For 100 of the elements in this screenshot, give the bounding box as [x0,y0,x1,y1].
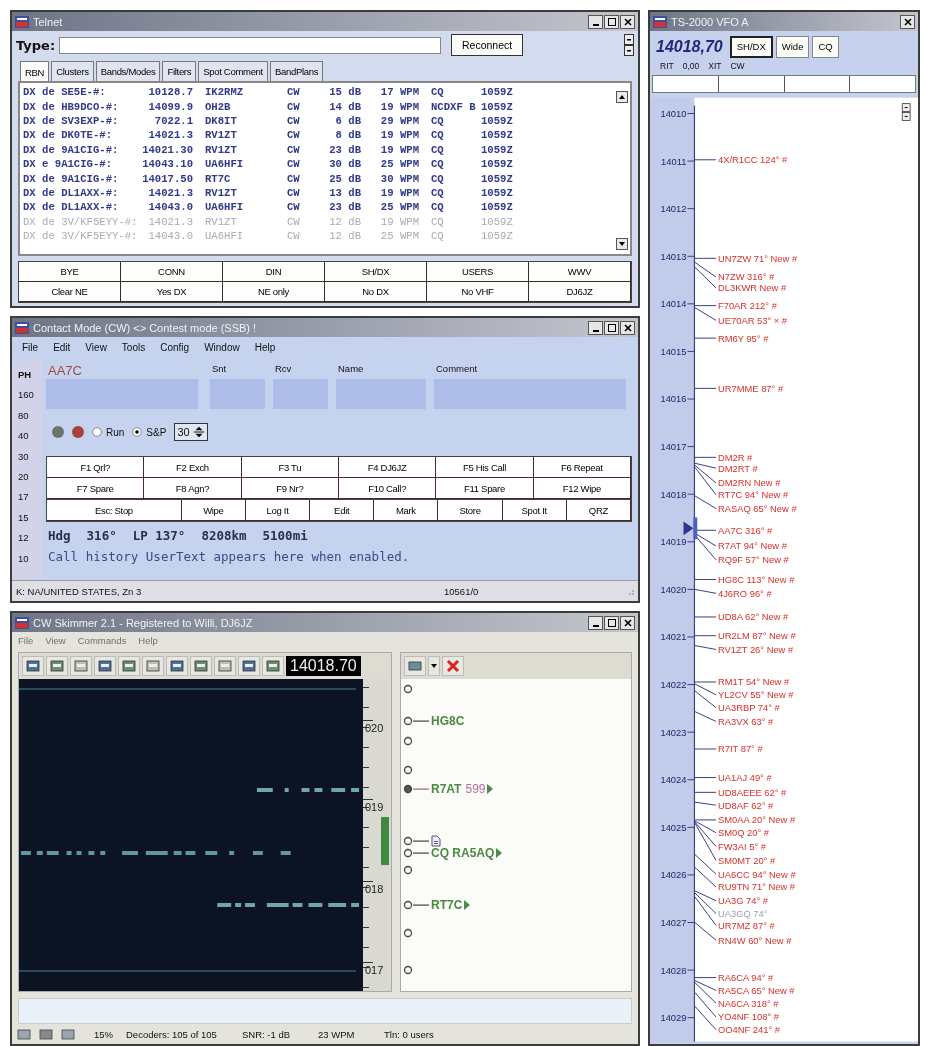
toolbar-button[interactable] [214,656,236,676]
spot-label[interactable]: SM0MT 20° # [718,855,776,866]
toolbar-button[interactable] [262,656,284,676]
spot-label[interactable]: N7ZW 316° # [718,272,775,283]
decoded-call[interactable]: R7AT [431,782,462,796]
spot-label[interactable]: UA3RBP 74° # [718,702,780,713]
spot-label[interactable]: UE70AR 53° × # [718,315,788,326]
band-map-button[interactable]: CQ [812,35,839,58]
spot-label[interactable]: UD8A 62° New # [718,612,789,623]
close-button[interactable] [620,320,635,335]
spin-field[interactable]: 30 [174,423,208,441]
spot-label[interactable]: DM2R # [718,452,753,463]
function-key-button[interactable]: F8 Agn? [144,478,242,499]
decoder-dot-icon[interactable] [403,848,413,858]
band-button[interactable]: 15 [18,511,42,533]
toolbar-button[interactable] [190,656,212,676]
action-button[interactable]: Edit [310,500,375,521]
function-key-button[interactable]: F12 Wipe [533,478,631,499]
decoder-dot-icon[interactable] [403,716,413,726]
spot-label[interactable]: RT7C 94° New # [718,489,789,500]
band-button[interactable]: 17 [18,491,42,512]
play-icon[interactable] [487,784,494,794]
spot-label[interactable]: FW3AI 5° # [718,841,766,852]
action-button[interactable]: Mark [374,500,439,521]
tab[interactable]: Filters [162,61,197,81]
menu-item[interactable]: Help [254,342,276,354]
tab[interactable]: Spot Comment [198,61,268,81]
band-button[interactable]: 10 [18,552,42,573]
spot-label[interactable]: UR2LM 87° New # [718,630,796,641]
spot-label[interactable]: YL2CV 55° New # [718,689,794,700]
entry-field[interactable] [336,379,426,409]
band-button[interactable]: 12 [18,532,42,553]
band-button[interactable]: 20 [18,470,42,492]
document-icon[interactable] [431,835,441,847]
spot-label[interactable]: NA6CA 318° # [718,998,779,1009]
toolbar-button[interactable] [22,656,44,676]
spot-label[interactable]: R7AT 94° New # [718,541,787,552]
radio-button[interactable] [132,427,143,437]
decoder-dot-icon[interactable] [403,684,413,694]
toolbar-button[interactable] [238,656,260,676]
action-button[interactable]: QRZ [566,500,631,521]
action-button[interactable]: Store [438,500,503,521]
function-key-button[interactable]: F5 His Call [436,457,534,478]
spot-label[interactable]: RQ9F 57° New # [718,554,789,565]
function-key-button[interactable]: F10 Call? [339,478,437,499]
band-map-button[interactable]: Wide [775,35,810,58]
decoder-dot-icon[interactable] [403,900,413,910]
decoder-dot-icon[interactable] [403,965,413,975]
command-button[interactable]: WWV [529,262,631,282]
spot-label[interactable]: 4J6RO 96° # [718,588,772,599]
dropdown-button[interactable] [428,656,440,676]
decoder-dot-icon[interactable] [403,836,413,846]
spot-label[interactable]: F70AR 212° # [718,300,777,311]
function-key-button[interactable]: F6 Repeat [533,457,631,478]
play-icon[interactable] [464,900,471,910]
menu-item[interactable]: File [22,342,39,354]
command-button[interactable]: DIN [223,262,325,282]
scroll-up-icon[interactable] [616,91,628,103]
command-button[interactable]: Clear NE [19,282,121,302]
maximize-button[interactable] [604,320,619,335]
close-button[interactable] [900,14,915,29]
function-key-button[interactable]: F4 DJ6JZ [339,457,437,478]
spot-label[interactable]: RA3VX 63° # [718,716,774,727]
spot-label[interactable]: RA5CA 65° New # [718,985,795,996]
decoder-dot-icon[interactable] [403,928,413,938]
scroll-down-icon[interactable] [616,238,628,250]
decoder-dot-icon[interactable] [403,865,413,875]
command-button[interactable]: No DX [325,282,427,302]
menu-item[interactable]: Tools [121,342,146,354]
spot-label[interactable]: AA7C 316° # [718,525,773,536]
play-icon[interactable] [496,848,503,858]
entry-field[interactable] [210,379,265,409]
decoder-dot-icon[interactable] [403,784,413,794]
command-button[interactable]: Yes DX [121,282,223,302]
reconnect-button[interactable]: Reconnect [451,34,524,56]
scroll-arrows-icon[interactable] [901,102,911,121]
command-button[interactable]: No VHF [427,282,529,302]
function-key-button[interactable]: F1 Qrl? [47,457,145,478]
spot-label[interactable]: UA3G 74° # [718,895,769,906]
band-button[interactable]: 80 [18,409,42,431]
command-button[interactable]: SH/DX [325,262,427,282]
close-button[interactable] [620,615,635,630]
spot-label[interactable]: SM0Q 20° # [718,827,770,838]
spot-label[interactable]: RV1ZT 26° New # [718,644,794,655]
function-key-button[interactable]: F11 Spare [436,478,534,499]
command-button[interactable]: NE only [223,282,325,302]
menu-item[interactable]: View [85,342,107,354]
tab[interactable]: BandPlans [269,61,324,81]
spot-label[interactable]: 4X/R1CC 124° # [718,154,788,165]
spot-label[interactable]: DM2RT # [718,463,758,474]
type-field[interactable] [59,36,442,54]
spot-label[interactable]: RM6Y 95° # [718,333,769,344]
minimize-button[interactable] [588,615,603,630]
spot-label[interactable]: HG8C 113° New # [718,574,795,585]
maximize-button[interactable] [604,14,619,29]
spot-label[interactable]: UD8AEEE 62° # [718,787,787,798]
spot-label[interactable]: RASAQ 65° New # [718,503,797,514]
band-button[interactable]: PH [18,369,42,390]
band-map-button[interactable]: SH/DX [729,35,773,58]
radio-button[interactable] [92,427,102,437]
